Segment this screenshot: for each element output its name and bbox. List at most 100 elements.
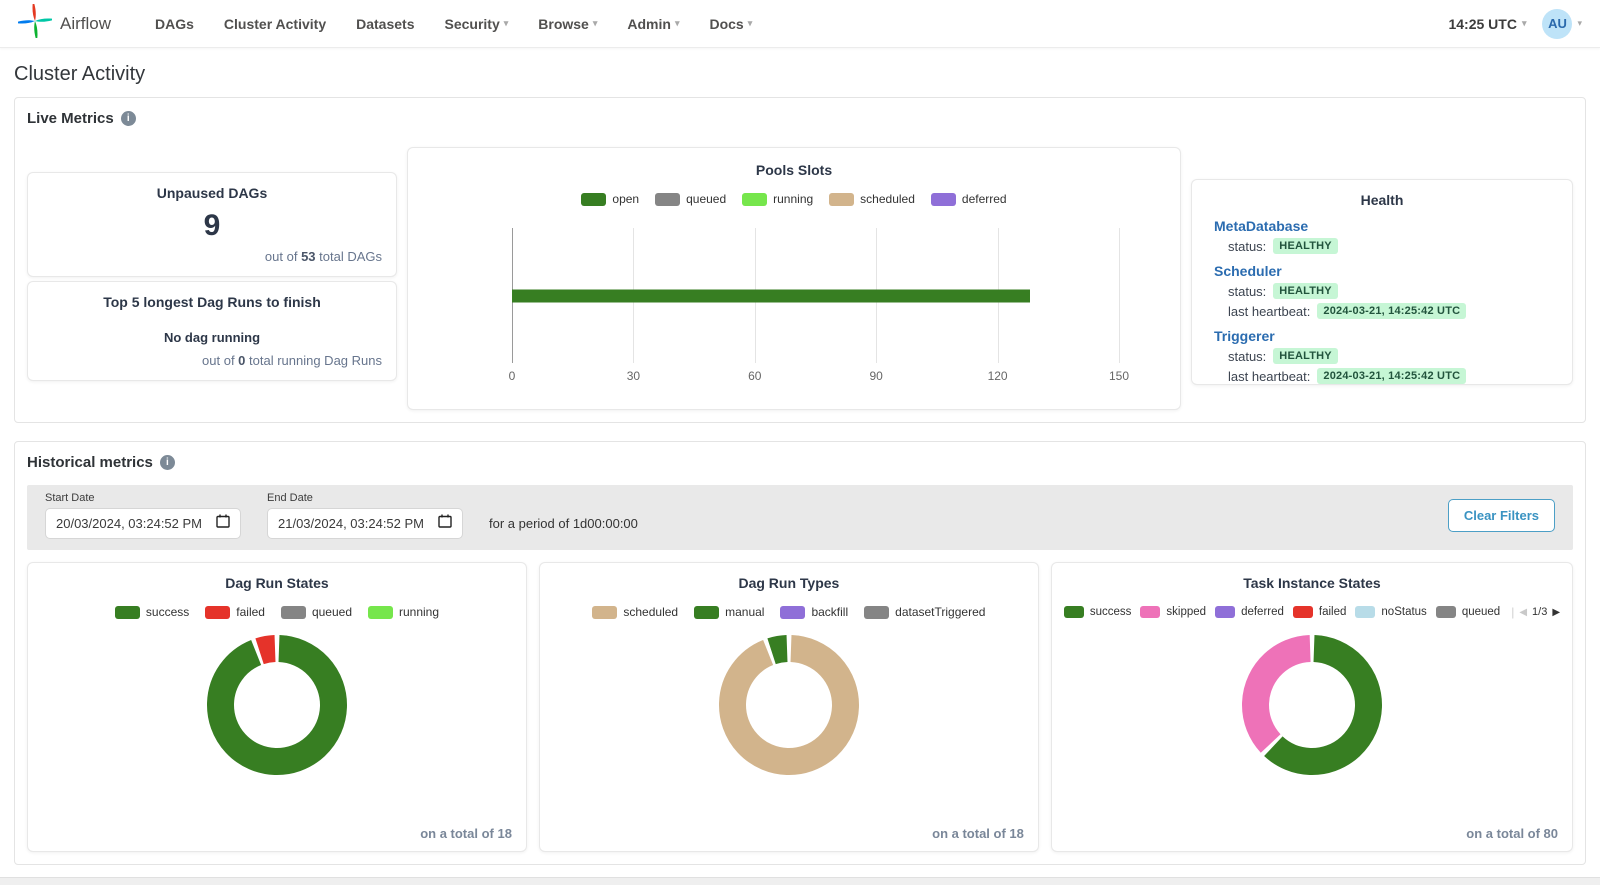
nav-item-cluster-activity[interactable]: Cluster Activity	[224, 16, 326, 32]
pager-text: 1/3	[1532, 606, 1547, 618]
navbar-right: 14:25 UTC ▾ AU ▾	[1448, 9, 1582, 39]
health-link-scheduler[interactable]: Scheduler	[1214, 263, 1556, 279]
page-footer	[0, 877, 1600, 885]
legend-item-success[interactable]: success	[115, 605, 189, 619]
legend-chip	[864, 606, 889, 619]
legend-label: deferred	[962, 192, 1007, 206]
pools-slots-chart: default_pool 0306090120150	[434, 228, 1119, 385]
clear-filters-button[interactable]: Clear Filters	[1448, 499, 1555, 532]
legend-item-queued[interactable]: queued	[1436, 606, 1500, 618]
legend-item-failed[interactable]: failed	[1293, 606, 1347, 618]
chevron-down-icon: ▾	[504, 18, 509, 29]
pager-next-icon[interactable]: ▶	[1552, 607, 1560, 618]
dag-run-types-total: on a total of 18	[932, 826, 1024, 841]
legend-label: queued	[312, 605, 352, 619]
nav-item-dags[interactable]: DAGs	[155, 16, 194, 32]
calendar-icon[interactable]	[216, 514, 230, 533]
timezone-selector[interactable]: 14:25 UTC ▾	[1448, 16, 1526, 32]
legend-chip	[205, 606, 230, 619]
dag-run-types-card: Dag Run Types scheduledmanualbackfilldat…	[539, 562, 1039, 852]
heartbeat-badge: 2024-03-21, 14:25:42 UTC	[1317, 303, 1466, 319]
legend-chip	[694, 606, 719, 619]
chevron-down-icon: ▾	[1522, 18, 1527, 29]
pool-bar	[512, 289, 1119, 302]
legend-label: running	[773, 192, 813, 206]
nav-item-admin[interactable]: Admin▾	[627, 16, 679, 32]
nav-item-datasets[interactable]: Datasets	[356, 16, 414, 32]
pools-slots-card: Pools Slots openqueuedrunningscheduledde…	[407, 147, 1181, 410]
health-title: Health	[1208, 192, 1556, 208]
dag-run-states-title: Dag Run States	[40, 575, 514, 591]
airflow-brand[interactable]: Airflow	[18, 4, 111, 43]
dag-run-states-legend: success failed queued running	[40, 605, 514, 619]
legend-item-running[interactable]: running	[742, 192, 813, 206]
nav-item-browse[interactable]: Browse▾	[538, 16, 597, 32]
task-instance-states-donut	[1064, 629, 1560, 781]
legend-item-backfill[interactable]: backfill	[780, 605, 848, 619]
legend-chip	[780, 606, 805, 619]
legend-item-noStatus[interactable]: noStatus	[1355, 606, 1426, 618]
running-dag-runs-subtext: out of 0 total running Dag Runs	[42, 353, 382, 368]
legend-item-queued[interactable]: queued	[281, 605, 352, 619]
task-instance-states-title: Task Instance States	[1064, 575, 1560, 591]
nav-item-security[interactable]: Security▾	[444, 16, 508, 32]
legend-item-running[interactable]: running	[368, 605, 439, 619]
unpaused-dags-value: 9	[42, 209, 382, 243]
task-instance-states-legend: success skipped deferred failed noStatus queu…	[1064, 605, 1560, 619]
navbar: Airflow DAGs Cluster Activity Datasets S…	[0, 0, 1600, 48]
legend-label: success	[1090, 606, 1132, 618]
dag-run-states-total: on a total of 18	[420, 826, 512, 841]
info-icon[interactable]: i	[160, 455, 175, 470]
legend-chip	[581, 193, 606, 206]
pools-slots-legend: open queued running scheduled deferred	[424, 192, 1164, 206]
end-date-field: End Date	[267, 492, 463, 539]
end-date-input[interactable]	[278, 516, 428, 531]
legend-item-queued[interactable]: queued	[655, 192, 726, 206]
dag-run-types-donut	[552, 629, 1026, 781]
health-link-triggerer[interactable]: Triggerer	[1214, 328, 1556, 344]
legend-chip	[1436, 606, 1456, 618]
legend-label: success	[146, 605, 189, 619]
dag-run-states-donut	[40, 629, 514, 781]
calendar-icon[interactable]	[438, 514, 452, 533]
airflow-pinwheel-icon	[18, 4, 52, 43]
unpaused-dags-title: Unpaused DAGs	[42, 185, 382, 201]
legend-label: open	[612, 192, 639, 206]
legend-label: skipped	[1166, 606, 1206, 618]
legend-item-datasetTriggered[interactable]: datasetTriggered	[864, 605, 985, 619]
legend-chip	[742, 193, 767, 206]
legend-item-scheduled[interactable]: scheduled	[592, 605, 678, 619]
pager-prev-icon[interactable]: ◀	[1519, 607, 1527, 618]
brand-name: Airflow	[60, 14, 111, 34]
legend-item-deferred[interactable]: deferred	[1215, 606, 1284, 618]
info-icon[interactable]: i	[121, 111, 136, 126]
legend-label: datasetTriggered	[895, 605, 985, 619]
start-date-field: Start Date	[45, 492, 241, 539]
legend-item-open[interactable]: open	[581, 192, 639, 206]
legend-item-failed[interactable]: failed	[205, 605, 265, 619]
health-status-row: status: HEALTHY	[1228, 238, 1556, 254]
user-menu[interactable]: AU ▾	[1542, 9, 1582, 39]
historical-metrics-panel: Historical metrics i Start Date End Date	[14, 441, 1586, 865]
legend-item-manual[interactable]: manual	[694, 605, 764, 619]
legend-label: noStatus	[1381, 606, 1426, 618]
legend-chip	[115, 606, 140, 619]
health-link-metadatabase[interactable]: MetaDatabase	[1214, 218, 1556, 234]
date-filter-bar: Start Date End Date for a period of 1	[27, 485, 1573, 550]
task-instance-states-card: Task Instance States success skipped defer…	[1051, 562, 1573, 852]
legend-chip	[592, 606, 617, 619]
live-metrics-heading: Live Metrics i	[27, 110, 1573, 127]
chevron-down-icon: ▾	[748, 18, 753, 29]
legend-label: queued	[1462, 606, 1500, 618]
legend-item-success[interactable]: success	[1064, 606, 1132, 618]
legend-chip	[1140, 606, 1160, 618]
legend-label: failed	[236, 605, 265, 619]
legend-item-deferred[interactable]: deferred	[931, 192, 1007, 206]
avatar: AU	[1542, 9, 1572, 39]
legend-item-scheduled[interactable]: scheduled	[829, 192, 915, 206]
nav-item-docs[interactable]: Docs▾	[709, 16, 752, 32]
legend-item-skipped[interactable]: skipped	[1140, 606, 1206, 618]
start-date-input[interactable]	[56, 516, 206, 531]
health-heartbeat-row: last heartbeat: 2024-03-21, 14:25:42 UTC	[1228, 368, 1556, 384]
legend-chip	[1064, 606, 1084, 618]
